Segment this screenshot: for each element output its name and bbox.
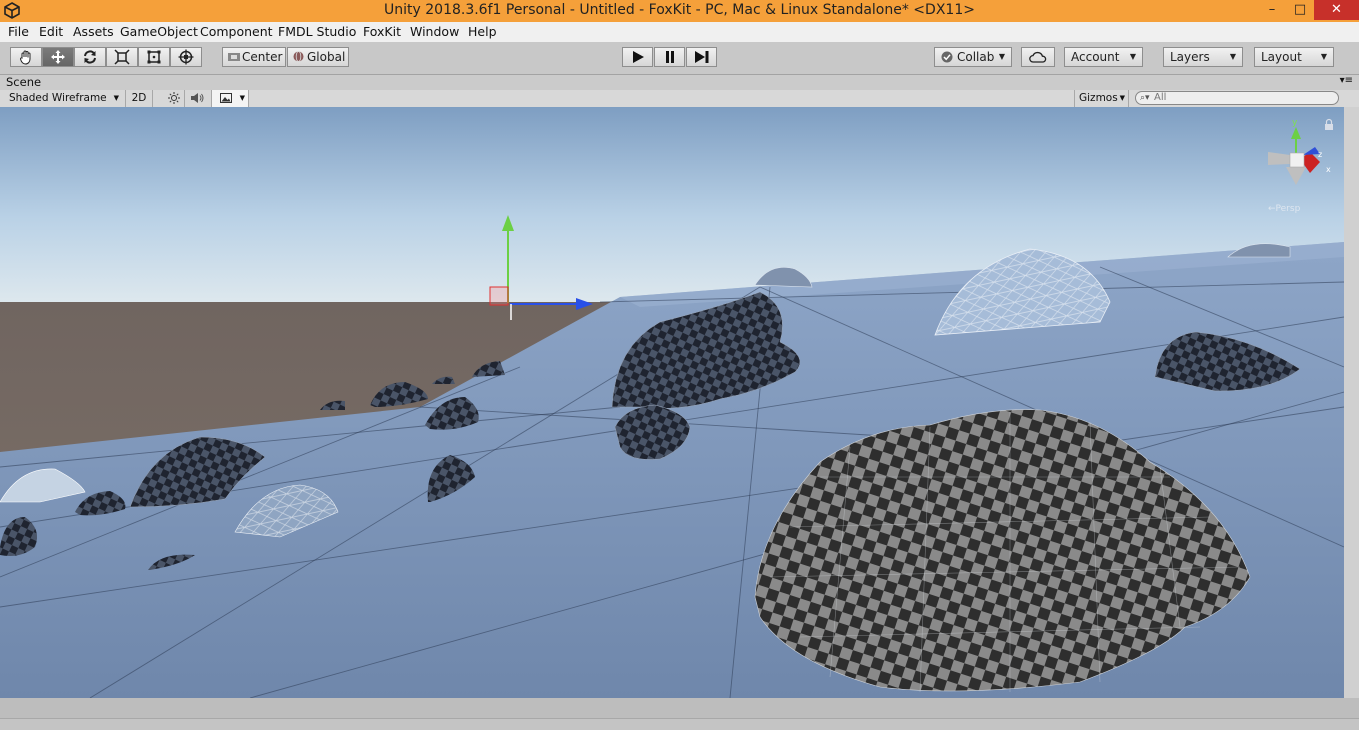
scene-render: y z x ←Persp [0, 107, 1344, 698]
pause-icon [665, 51, 674, 63]
step-icon [694, 51, 708, 63]
checkmark-circle-icon [941, 51, 953, 63]
gizmo-x-label: x [1326, 165, 1331, 174]
menu-assets[interactable]: Assets [73, 24, 114, 39]
draw-mode-label: Shaded Wireframe [9, 92, 107, 104]
menu-file[interactable]: File [8, 24, 29, 39]
scene-search-input[interactable]: ⌕▾ All [1135, 91, 1339, 105]
effects-dropdown[interactable]: ▼ [212, 90, 249, 107]
gizmos-dropdown[interactable]: Gizmos ▼ [1074, 90, 1129, 107]
chevron-down-icon: ▼ [239, 94, 245, 102]
image-icon [220, 93, 232, 103]
menu-edit[interactable]: Edit [39, 24, 63, 39]
account-dropdown[interactable]: Account ▼ [1064, 47, 1143, 67]
chevron-down-icon: ▼ [1129, 52, 1136, 61]
gizmo-y-label: y [1292, 118, 1298, 128]
panel-menu-icon[interactable]: ▾≡ [1340, 75, 1353, 86]
viewport-scrollbar[interactable] [1344, 107, 1359, 698]
scene-tab[interactable]: Scene ▾≡ [0, 75, 1359, 90]
search-placeholder: All [1154, 92, 1167, 103]
transform-icon [178, 49, 194, 65]
mode-2d-toggle[interactable]: 2D [126, 90, 153, 107]
draw-mode-dropdown[interactable]: Shaded Wireframe ▼ [0, 90, 126, 107]
speaker-icon [191, 93, 204, 103]
collab-dropdown[interactable]: Collab ▼ [934, 47, 1012, 67]
chevron-down-icon: ▼ [1320, 52, 1327, 61]
rotate-icon [84, 50, 96, 64]
scene-tab-label: Scene [6, 75, 42, 89]
close-button[interactable]: ✕ [1314, 0, 1359, 20]
rect-icon [147, 50, 161, 64]
menu-gameobject[interactable]: GameObject [120, 24, 198, 39]
rotate-tool-button[interactable] [74, 47, 106, 67]
scale-tool-button[interactable] [106, 47, 138, 67]
title-bar: Unity 2018.3.6f1 Personal - Untitled - F… [0, 0, 1359, 22]
menu-fmdl-studio[interactable]: FMDL Studio [278, 24, 356, 39]
pivot-mode-button[interactable]: Center [222, 47, 286, 67]
bottom-strip [0, 698, 1359, 719]
chevron-down-icon: ▼ [1119, 94, 1125, 102]
layers-label: Layers [1170, 50, 1210, 64]
sun-icon [168, 92, 180, 104]
chevron-down-icon: ▼ [113, 94, 119, 102]
rect-tool-button[interactable] [138, 47, 170, 67]
account-label: Account [1071, 50, 1120, 64]
status-bar [0, 698, 1359, 730]
move-tool-button[interactable] [42, 47, 74, 67]
menu-window[interactable]: Window [410, 24, 459, 39]
pivot-center-icon [228, 53, 240, 61]
layers-dropdown[interactable]: Layers ▼ [1163, 47, 1243, 67]
cloud-icon [1029, 51, 1047, 63]
hand-tool-button[interactable] [10, 47, 42, 67]
chevron-down-icon: ▼ [998, 52, 1005, 61]
pivot-rotation-button[interactable]: Global [287, 47, 349, 67]
scene-viewport[interactable]: y z x ←Persp [0, 107, 1344, 698]
scale-icon [114, 49, 130, 65]
menu-bar: File Edit Assets GameObject Component FM… [0, 22, 1359, 42]
pause-button[interactable] [654, 47, 685, 67]
transform-tool-button[interactable] [170, 47, 202, 67]
menu-foxkit[interactable]: FoxKit [363, 24, 401, 39]
layout-label: Layout [1261, 50, 1302, 64]
gizmos-label: Gizmos [1079, 92, 1118, 104]
play-icon [632, 51, 644, 63]
menu-help[interactable]: Help [468, 24, 497, 39]
step-button[interactable] [686, 47, 717, 67]
collab-label: Collab [957, 50, 995, 64]
gizmo-persp-label[interactable]: ←Persp [1268, 204, 1301, 214]
play-button[interactable] [622, 47, 653, 67]
hand-icon [20, 50, 31, 65]
pivot-mode-label: Center [242, 50, 283, 64]
lighting-toggle[interactable] [163, 90, 185, 107]
scene-toolbar: Shaded Wireframe ▼ 2D ▼ Gizmos ▼ ⌕▾ All [0, 90, 1359, 108]
move-icon [51, 50, 65, 64]
menu-component[interactable]: Component [200, 24, 273, 39]
chevron-down-icon: ▼ [1229, 52, 1236, 61]
globe-icon [293, 51, 304, 62]
layout-dropdown[interactable]: Layout ▼ [1254, 47, 1334, 67]
gizmo-z-label: z [1318, 150, 1322, 159]
search-icon: ⌕▾ [1140, 93, 1150, 103]
minimize-button[interactable]: – [1258, 0, 1286, 20]
main-toolbar: Center Global Collab ▼ Account ▼ Layers … [0, 42, 1359, 75]
pivot-rotation-label: Global [307, 50, 346, 64]
audio-toggle[interactable] [185, 90, 212, 107]
window-title: Unity 2018.3.6f1 Personal - Untitled - F… [384, 2, 975, 18]
cloud-button[interactable] [1021, 47, 1055, 67]
maximize-button[interactable]: □ [1286, 0, 1314, 20]
